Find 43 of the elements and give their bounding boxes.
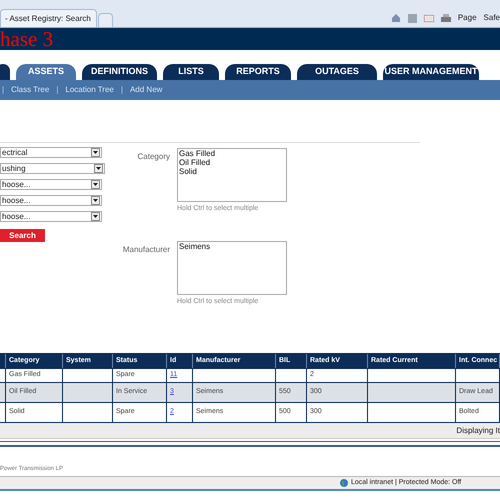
list-option[interactable]: Oil Filled: [179, 158, 285, 167]
dropdown[interactable]: hoose...: [0, 211, 102, 222]
app-title: hase 3: [0, 28, 54, 50]
separator: |: [120, 84, 124, 96]
dropdown[interactable]: ectrical: [0, 147, 102, 158]
nav-tab[interactable]: LISTS: [163, 64, 219, 80]
nav-tab[interactable]: USER MANAGEMENT: [383, 64, 479, 80]
listbox[interactable]: Gas Filled Oil Filled Solid: [177, 148, 287, 202]
printer-icon[interactable]: [440, 14, 451, 22]
nav-link[interactable]: Location Tree: [65, 84, 114, 96]
list-option[interactable]: Solid: [179, 167, 285, 176]
browser-tab[interactable]: - Asset Registry: Search: [0, 9, 97, 27]
caret-icon: [93, 183, 98, 186]
listbox[interactable]: Seimens: [177, 240, 287, 294]
caret-icon: [96, 167, 101, 170]
nav-link[interactable]: Class Tree: [11, 84, 50, 96]
separator: |: [55, 84, 60, 96]
field-label: Manufacturer: [122, 244, 170, 256]
dropdown[interactable]: hoose...: [0, 179, 102, 190]
home-icon[interactable]: [390, 13, 401, 23]
nav-tab[interactable]: DEFINITIONS: [82, 64, 157, 80]
menu-button[interactable]: Safe: [484, 12, 500, 24]
nav-link[interactable]: Add New: [130, 84, 162, 96]
nav-tab[interactable]: [0, 64, 10, 80]
globe-icon: [340, 479, 348, 487]
menu-button[interactable]: Page: [458, 12, 477, 24]
caret-icon: [93, 199, 98, 202]
caret-icon: [93, 215, 98, 218]
feed-icon[interactable]: [408, 14, 417, 22]
list-option[interactable]: Gas Filled: [179, 149, 285, 158]
dropdown[interactable]: ushing: [0, 163, 105, 174]
pager-status: Displaying It: [456, 424, 500, 436]
list-option[interactable]: Seimens: [179, 242, 285, 250]
mail-icon[interactable]: [424, 14, 434, 22]
field-label: Category: [136, 151, 170, 163]
search-button[interactable]: Search: [0, 229, 45, 242]
nav-tab[interactable]: OUTAGES: [297, 64, 377, 80]
nav-tab[interactable]: ASSETS: [16, 64, 76, 80]
separator: |: [1, 84, 6, 96]
nav-tab[interactable]: REPORTS: [225, 64, 291, 80]
dropdown[interactable]: hoose...: [0, 195, 102, 206]
caret-icon: [93, 151, 98, 154]
new-tab-button[interactable]: [98, 13, 113, 27]
